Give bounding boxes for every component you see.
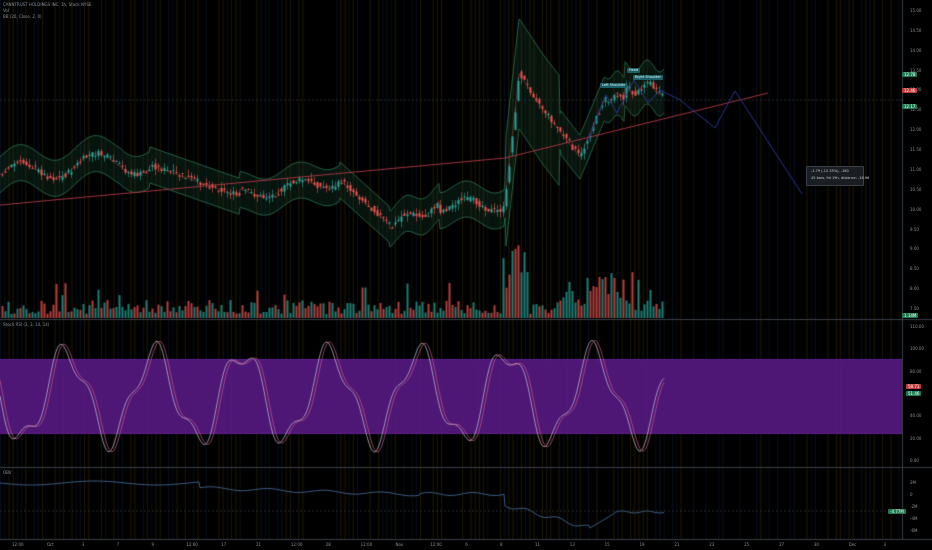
head-label[interactable]: Head <box>627 68 641 73</box>
time-axis-tick: 30 <box>813 542 819 547</box>
obv-axis-tick: 0 <box>910 492 913 497</box>
time-axis-tick: 19 <box>639 542 645 547</box>
time-axis-tick: Oct <box>46 542 54 547</box>
bb-lower-tag: 12.17 <box>902 104 918 109</box>
time-axis-tick: 15 <box>604 542 610 547</box>
time-axis-tick: 8 <box>500 542 503 547</box>
time-axis-tick: 12:00 <box>290 542 303 547</box>
price-axis-tick: 10.50 <box>910 186 922 192</box>
price-axis-tick: 9.00 <box>910 246 919 252</box>
price-axis-tick: 10.00 <box>910 206 922 212</box>
bollinger-bands-label[interactable]: BB (20, Close, 2, 0) <box>3 14 42 19</box>
current-price-tag: 12.46 <box>902 88 918 93</box>
price-axis[interactable]: 15.0014.5014.0013.5013.0012.5012.0011.50… <box>888 0 932 540</box>
time-axis-tick: 3 <box>883 542 887 547</box>
time-axis-tick: 28 <box>325 542 331 547</box>
stoch-rsi-label[interactable]: Stoch RSI (3, 3, 14, 14) <box>3 322 49 327</box>
time-axis-tick: 12:00 <box>360 542 373 547</box>
stoch-axis-tick: 100.00 <box>910 346 924 352</box>
price-axis-tick: 9.50 <box>910 226 919 232</box>
time-axis-tick: Dec <box>848 542 857 547</box>
price-axis-tick: 14.50 <box>910 27 922 33</box>
obv-label[interactable]: OBV <box>3 470 12 475</box>
stoch-d-tag: 51.46 <box>906 391 922 396</box>
volume-tag: 1.14M <box>902 313 919 318</box>
price-axis-tick: 7.50 <box>910 306 919 311</box>
obv-axis-tick: -4M <box>910 516 918 521</box>
time-axis-tick: 21 <box>674 542 680 547</box>
time-axis-tick: 21 <box>256 542 262 547</box>
time-axis[interactable]: 12:00 Oct 3 7 9 12:00 17 21 12:00 28 12:00 Nov 12:00… <box>0 540 902 550</box>
measure-tooltip: -1.79 (-12.35%), -180 45 bars, 9d 19h, d… <box>806 166 869 186</box>
obv-axis-tick: 2M <box>910 480 916 485</box>
time-axis-tick: 12:00 <box>186 542 198 547</box>
price-axis-tick: 11.50 <box>910 147 922 153</box>
measure-bars-distance: 45 bars, 9d 19h, distance: -18.96 <box>811 176 870 180</box>
price-chart-canvas[interactable] <box>0 0 932 550</box>
bb-upper-tag: 12.78 <box>902 72 918 77</box>
stoch-axis-tick: 0.00 <box>910 458 919 463</box>
time-axis-tick: 6 <box>465 542 468 547</box>
time-axis-tick: 12:00 <box>430 542 442 547</box>
price-axis-tick: 8.00 <box>910 286 919 292</box>
time-axis-tick: 17 <box>221 542 227 547</box>
time-axis-tick: 11 <box>534 542 541 547</box>
time-axis-tick: 7 <box>116 542 120 547</box>
stoch-axis-tick: 20.00 <box>910 435 922 441</box>
left-shoulder-label[interactable]: Left Shoulder <box>600 83 628 88</box>
obv-axis-tick: -2M <box>910 504 918 509</box>
time-axis-tick: 23 <box>709 542 715 547</box>
volume-indicator-label[interactable]: Vol <box>3 8 9 13</box>
stoch-axis-tick: 110.00 <box>910 324 924 329</box>
stoch-k-tag: 58.71 <box>906 384 922 389</box>
stoch-axis-tick: 80.00 <box>910 368 922 374</box>
symbol-title: CANNTRUST HOLDINGS INC, 1h, Stock NYSE <box>3 2 92 7</box>
price-axis-tick: 8.50 <box>910 266 919 272</box>
time-axis-tick: 27 <box>778 542 785 547</box>
time-axis-tick: Nov <box>395 542 404 547</box>
time-axis-tick: 9 <box>151 542 154 547</box>
right-shoulder-label[interactable]: Right Shoulder <box>633 75 663 80</box>
measure-price-change: -1.79 (-12.35%), -180 <box>811 169 849 173</box>
stoch-axis-tick: 40.00 <box>910 413 922 419</box>
obv-value-tag: -4.77M <box>888 509 906 514</box>
obv-axis-tick: -6M <box>910 528 918 533</box>
time-axis-tick: 13 <box>569 542 575 547</box>
price-axis-tick: 15.00 <box>910 8 922 13</box>
time-axis-tick: 12:00 <box>12 542 24 547</box>
time-axis-tick: 25 <box>744 542 750 547</box>
price-axis-tick: 11.00 <box>910 166 922 172</box>
price-axis-tick: 12.00 <box>910 127 922 133</box>
time-axis-tick: 3 <box>81 542 85 547</box>
price-axis-tick: 14.00 <box>910 47 922 53</box>
